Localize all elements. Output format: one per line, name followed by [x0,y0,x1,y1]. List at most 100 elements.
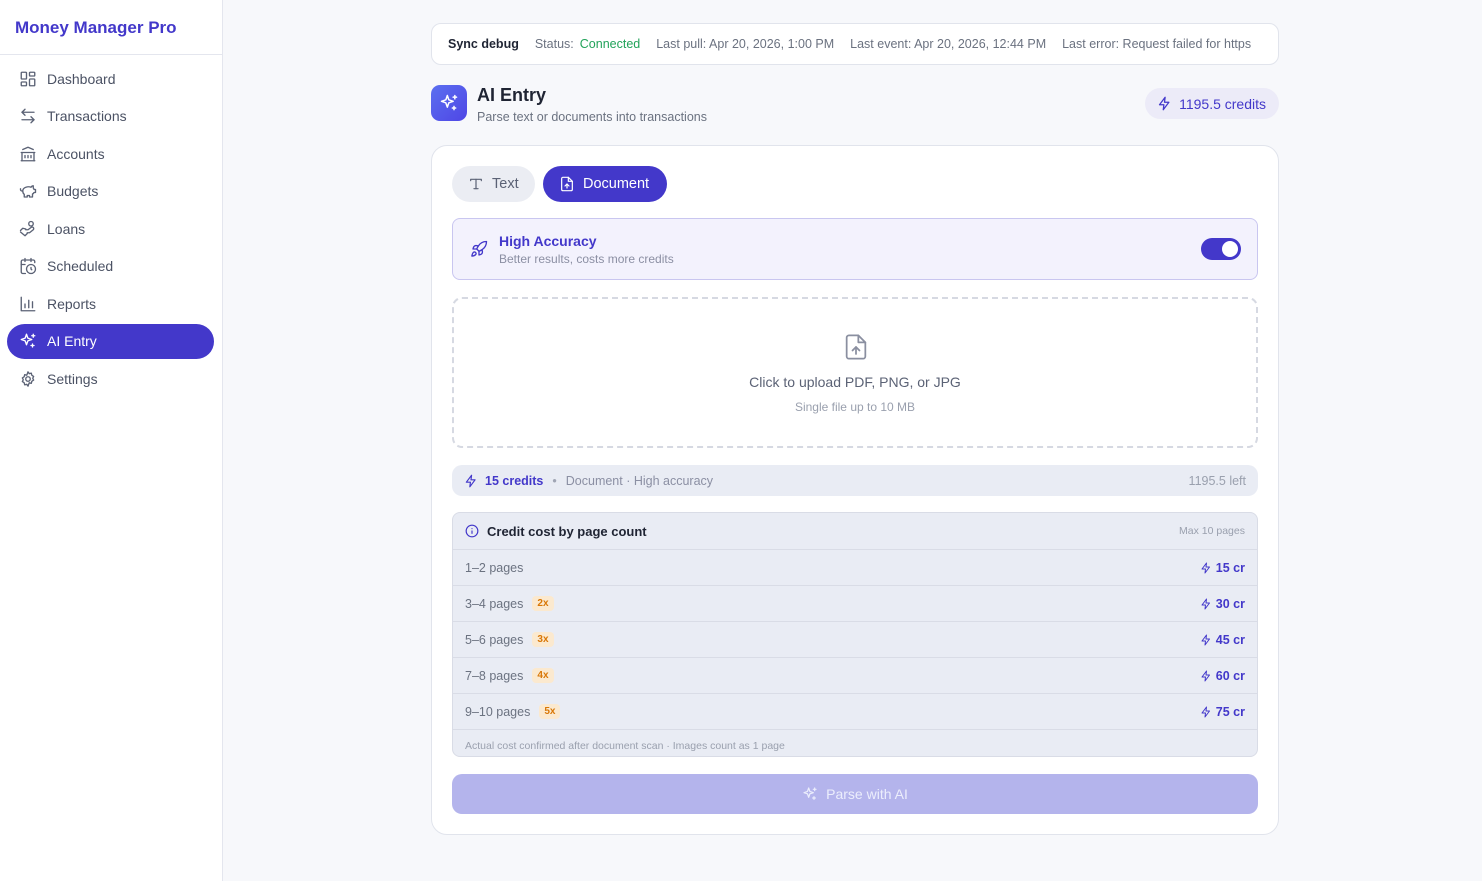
bank-icon [19,145,37,163]
credit-cost-table: Credit cost by page count Max 10 pages 1… [452,512,1258,757]
tab-label: Document [583,176,650,192]
row-cost: 30 cr [1200,597,1245,611]
file-upload-icon [559,176,575,192]
sidebar-item-dashboard[interactable]: Dashboard [7,61,214,96]
credits-remaining: 1195.5 left [1188,473,1246,488]
sidebar-item-scheduled[interactable]: Scheduled [7,249,214,284]
sidebar-item-settings[interactable]: Settings [7,361,214,396]
sidebar-item-loans[interactable]: Loans [7,211,214,246]
row-cost-value: 75 cr [1215,704,1245,719]
lightning-icon [1200,670,1212,682]
sidebar-item-label: Accounts [47,145,105,162]
dashboard-icon [19,70,37,88]
upload-instructions: Click to upload PDF, PNG, or JPG [749,374,961,390]
high-accuracy-subtitle: Better results, costs more credits [499,252,674,266]
table-footnote: Actual cost confirmed after document sca… [465,739,785,752]
sidebar-item-reports[interactable]: Reports [7,286,214,321]
sidebar-item-label: Budgets [47,183,99,199]
sync-title: Sync debug [448,37,519,51]
sync-status-value: Connected [579,37,641,51]
row-cost: 45 cr [1200,633,1245,647]
file-upload-icon [842,332,870,362]
row-cost-value: 30 cr [1215,596,1245,611]
page-title: AI Entry [477,85,547,105]
cost-description: Document · High accuracy [565,473,714,488]
table-row: 7–8 pages 4x 60 cr [453,658,1257,694]
credits-balance-badge[interactable]: 1195.5 credits [1145,88,1279,119]
sidebar-item-ai-entry[interactable]: AI Entry [7,323,214,359]
table-row: 3–4 pages 2x 30 cr [453,586,1257,622]
lightning-icon [1200,562,1212,574]
high-accuracy-title: High Accuracy [499,233,597,249]
bar-chart-icon [19,295,37,313]
table-row: 5–6 pages 3x 45 cr [453,622,1257,658]
upload-limit: Single file up to 10 MB [794,400,916,414]
table-header: Credit cost by page count Max 10 pages [453,513,1257,550]
sidebar-item-label: Loans [47,220,86,237]
sync-debug-bar: Sync debug Status: Connected Last pull: … [431,23,1279,65]
sync-last-pull: Last pull: Apr 20, 2026, 1:00 PM [656,37,835,51]
multiplier-badge: 4x [532,668,554,683]
page-header: AI Entry Parse text or documents into tr… [431,85,1279,125]
row-pages: 1–2 pages [465,560,524,575]
transactions-icon [19,107,37,125]
gear-icon [19,370,37,388]
max-pages: Max 10 pages [1179,525,1245,537]
credits-balance: 1195.5 credits [1179,95,1266,112]
sidebar-item-label: Reports [47,295,97,312]
calendar-clock-icon [19,257,37,275]
info-icon [465,524,479,538]
sidebar-nav: Dashboard Transactions Accounts Budgets … [0,55,222,396]
parse-button-label: Parse with AI [826,786,908,802]
app-title: Money Manager Pro [0,0,222,55]
lightning-icon [464,474,478,488]
loan-icon [19,220,37,238]
input-mode-tabs: Text Document [452,166,675,202]
row-cost: 60 cr [1200,669,1245,683]
file-upload-dropzone[interactable]: Click to upload PDF, PNG, or JPG Single … [452,297,1258,448]
sidebar-item-label: Scheduled [47,258,114,274]
sparkles-icon [431,85,467,121]
sync-status-label: Status: [534,37,574,51]
sync-last-error: Last error: Request failed for https [1062,37,1252,51]
row-cost-value: 60 cr [1215,668,1245,683]
lightning-icon [1200,706,1212,718]
piggy-bank-icon [19,182,37,200]
row-pages: 9–10 pages [465,704,531,719]
sidebar-item-transactions[interactable]: Transactions [7,99,214,134]
sidebar-item-accounts[interactable]: Accounts [7,136,214,171]
table-row: 9–10 pages 5x 75 cr [453,694,1257,730]
row-cost-value: 45 cr [1215,632,1245,647]
sidebar-item-label: Settings [47,370,98,387]
sidebar-item-budgets[interactable]: Budgets [7,174,214,209]
cost-separator: • [552,473,557,488]
table-title: Credit cost by page count [487,523,647,539]
multiplier-badge: 2x [532,596,554,611]
sync-last-event: Last event: Apr 20, 2026, 12:44 PM [850,37,1047,51]
sidebar-item-label: Dashboard [47,70,116,87]
ai-entry-card: Text Document High Accuracy Better resul… [431,145,1279,835]
tab-text[interactable]: Text [452,166,535,202]
text-type-icon [468,176,484,192]
tab-document[interactable]: Document [543,166,667,202]
cost-summary: 15 credits • Document · High accuracy 11… [452,465,1258,496]
sidebar-item-label: Transactions [47,108,127,124]
sparkles-icon [19,332,37,350]
row-cost: 15 cr [1200,561,1245,575]
rocket-icon [470,240,488,258]
cost-amount: 15 credits [485,473,544,488]
sidebar-item-label: AI Entry [47,333,97,349]
lightning-icon [1200,598,1212,610]
page-subtitle: Parse text or documents into transaction… [477,110,707,124]
row-cost: 75 cr [1200,705,1245,719]
row-pages: 3–4 pages [465,596,524,611]
toggle-knob [1222,241,1238,257]
lightning-icon [1157,96,1172,111]
high-accuracy-toggle[interactable] [1201,238,1241,260]
row-pages: 5–6 pages [465,632,524,647]
lightning-icon [1200,634,1212,646]
high-accuracy-option: High Accuracy Better results, costs more… [452,218,1258,280]
parse-with-ai-button[interactable]: Parse with AI [452,774,1258,814]
multiplier-badge: 3x [532,632,554,647]
row-pages: 7–8 pages [465,668,524,683]
